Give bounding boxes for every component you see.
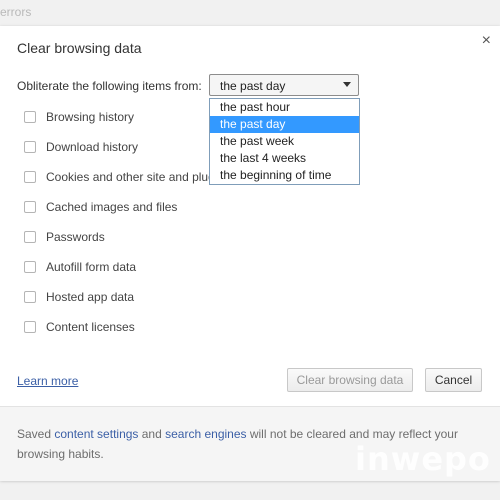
checkbox-label: Passwords [46, 230, 105, 244]
checkbox-label: Hosted app data [46, 290, 135, 304]
clear-browsing-data-button[interactable]: Clear browsing data [287, 368, 413, 392]
dialog-title: Clear browsing data [17, 40, 142, 56]
checkbox-item-cookies[interactable]: Cookies and other site and plug [24, 170, 215, 190]
footer-text-middle: and [138, 427, 166, 441]
checkbox[interactable] [24, 111, 36, 123]
checkbox-label: Content licenses [46, 320, 135, 334]
search-engines-link[interactable]: search engines [165, 427, 246, 441]
checkbox[interactable] [24, 321, 36, 333]
checkbox[interactable] [24, 291, 36, 303]
checkbox[interactable] [24, 201, 36, 213]
checkbox-item-content-licenses[interactable]: Content licenses [24, 320, 214, 340]
obliterate-label: Obliterate the following items from: [17, 79, 202, 93]
checkbox-item-autofill[interactable]: Autofill form data [24, 260, 214, 280]
time-range-option-selected[interactable]: the past day [210, 116, 359, 133]
dropdown-arrow-icon [343, 82, 351, 87]
checkbox-item-passwords[interactable]: Passwords [24, 230, 214, 250]
checkbox-label: Download history [46, 140, 139, 154]
time-range-option[interactable]: the beginning of time [210, 167, 359, 184]
cancel-button[interactable]: Cancel [425, 368, 482, 392]
learn-more-link[interactable]: Learn more [17, 374, 78, 388]
checkbox-item-browsing-history[interactable]: Browsing history [24, 110, 214, 130]
time-range-option[interactable]: the last 4 weeks [210, 150, 359, 167]
time-range-dropdown-list: the past hour the past day the past week… [209, 98, 360, 185]
checkbox-item-cached-images[interactable]: Cached images and files [24, 200, 214, 220]
footer-text-prefix: Saved [17, 427, 55, 441]
checkbox[interactable] [24, 141, 36, 153]
checkbox-label: Autofill form data [46, 260, 137, 274]
background-text: errors [0, 5, 32, 19]
checkbox[interactable] [24, 261, 36, 273]
content-settings-link[interactable]: content settings [54, 427, 138, 441]
time-range-selected-value: the past day [220, 79, 286, 93]
checkbox-item-download-history[interactable]: Download history [24, 140, 214, 160]
time-range-select[interactable]: the past day [209, 74, 359, 96]
checkbox-label: Cached images and files [46, 200, 178, 214]
checkbox-label: Browsing history [46, 110, 135, 124]
checkbox[interactable] [24, 171, 36, 183]
checkbox-item-hosted-app-data[interactable]: Hosted app data [24, 290, 214, 310]
close-icon[interactable]: × [482, 32, 491, 50]
checkbox[interactable] [24, 231, 36, 243]
watermark-logo: inwepo [355, 440, 491, 478]
clear-browsing-data-dialog: Clear browsing data × Obliterate the fol… [0, 26, 500, 481]
time-range-option[interactable]: the past hour [210, 99, 359, 116]
checkbox-label: Cookies and other site and plug [46, 170, 215, 184]
time-range-option[interactable]: the past week [210, 133, 359, 150]
